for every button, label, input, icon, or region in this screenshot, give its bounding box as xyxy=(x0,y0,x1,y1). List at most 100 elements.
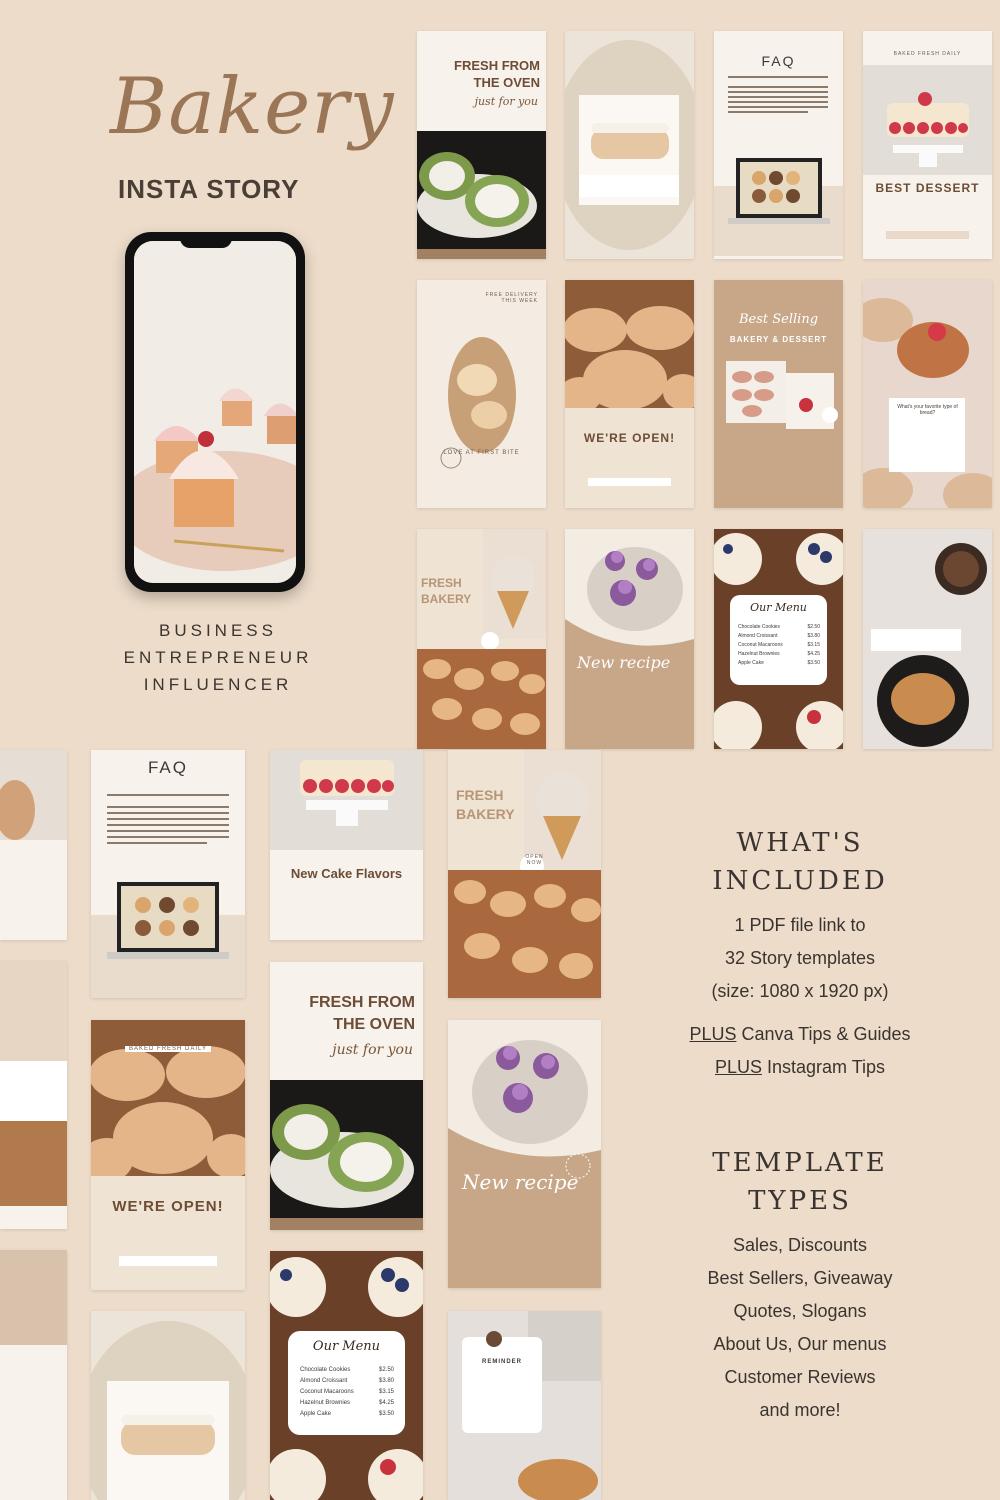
menu-item: Almond Croissant $3.80 xyxy=(738,633,820,639)
card-subtitle: BAKERY & DESSERT xyxy=(729,335,828,344)
included-heading-1: WHAT'S xyxy=(736,828,864,858)
strawberry-cake-photo xyxy=(863,65,992,175)
faq-text-laptop xyxy=(714,76,843,256)
card-new-cake-flavors: New Cake Flavors xyxy=(270,750,423,940)
menu-item: Hazelnut Brownies $4.25 xyxy=(300,1400,394,1406)
included-line-3: (size: 1080 x 1920 px) xyxy=(711,981,889,1001)
types-item: Customer Reviews xyxy=(724,1367,876,1387)
strawberry-cake-photo xyxy=(270,750,423,850)
menu-list: Chocolate Cookies $2.50 Almond Croissant $… xyxy=(738,623,820,668)
card-title: WE'RE OPEN! xyxy=(112,1198,224,1215)
menu-list: Chocolate Cookies $2.50 Almond Croissant $… xyxy=(300,1365,394,1420)
card-fresh-bakery: FRESH BAKERY xyxy=(417,529,546,749)
promo-page: Bakery INSTA STORY BUSINESS ENTREPRENEUR… xyxy=(0,0,1000,1500)
free-delivery: FREE DELIVERY THIS WEEK xyxy=(485,292,538,304)
menu-title: Our Menu xyxy=(312,1339,381,1354)
eclair-photo xyxy=(565,40,694,250)
types-heading-1: TEMPLATE xyxy=(712,1148,888,1178)
love-text: LOVE AT FIRST BITE xyxy=(443,450,520,456)
included-line-1: 1 PDF file link to xyxy=(734,915,866,935)
types-heading-2: TYPES xyxy=(748,1186,852,1216)
card-title: FRESH FROM THE OVEN xyxy=(309,994,415,1033)
macaron-photos xyxy=(726,361,838,429)
card-pill xyxy=(886,231,969,239)
card-our-menu-2: Our Menu Chocolate Cookies $2.50 Almond C… xyxy=(270,1251,423,1500)
menu-item: Chocolate Cookies $2.50 xyxy=(300,1367,394,1373)
tagline-entrepreneur: ENTREPRENEUR xyxy=(123,648,313,667)
card-partial-3 xyxy=(0,1250,67,1500)
card-were-open: BAKED FRESH DAILY WE'RE OPEN! xyxy=(565,280,694,508)
menu-item: Almond Croissant $3.80 xyxy=(300,1378,394,1384)
included-plus-1: PLUS Canva Tips & Guides xyxy=(689,1024,911,1044)
card-title: FRESH BAKERY xyxy=(456,787,515,822)
partial-dessert-photo xyxy=(0,750,67,840)
faq-title: FAQ xyxy=(147,758,188,777)
card-love-first-bite: FREE DELIVERY THIS WEEK LOVE AT FIRST BI… xyxy=(417,280,546,508)
card-partial-2 xyxy=(0,961,67,1229)
phone-mockup xyxy=(125,232,305,592)
plus-label: PLUS xyxy=(714,1057,762,1077)
hero-subtitle: INSTA STORY xyxy=(118,174,300,204)
card-title: BEST DESSERT xyxy=(875,181,980,195)
card-title: New Cake Flavors xyxy=(290,866,403,881)
card-script: Best Selling xyxy=(738,312,819,327)
types-item: and more! xyxy=(759,1400,841,1420)
card-title: WE'RE OPEN! xyxy=(583,431,676,445)
croissant-strawberry-photo xyxy=(863,280,992,508)
menu-item: Coconut Macaroons $3.15 xyxy=(738,642,820,648)
card-fresh-from-oven-2: FRESH FROM THE OVEN just for you xyxy=(270,962,423,1230)
card-faq: FAQ xyxy=(714,31,843,259)
card-coffee-pastry xyxy=(863,529,992,749)
card-fresh-bakery-2: FRESH BAKERY OPEN NOW xyxy=(448,750,601,998)
partial-brand-photo xyxy=(0,961,67,1206)
hero-script-title: Bakery xyxy=(110,62,395,152)
menu-item: Coconut Macaroons $3.15 xyxy=(300,1389,394,1395)
card-fresh-from-oven: FRESH FROM THE OVEN just for you xyxy=(417,31,546,259)
card-pill xyxy=(588,478,671,486)
types-item: Quotes, Slogans xyxy=(733,1301,867,1321)
card-our-menu: Our Menu Chocolate Cookies $2.50 Almond C… xyxy=(714,529,843,749)
plus-label: PLUS xyxy=(689,1024,737,1044)
card-faq-2: FAQ xyxy=(91,750,245,998)
open-now-label: OPEN NOW xyxy=(525,854,544,866)
menu-item: Chocolate Cookies $2.50 xyxy=(738,624,820,630)
card-reminder: REMINDER xyxy=(448,1311,601,1500)
reminder-photo xyxy=(448,1311,601,1500)
cupcake-photo xyxy=(565,529,694,646)
icecream-pastries-photo xyxy=(417,529,546,749)
menu-item: Apple Cake $3.50 xyxy=(738,660,820,666)
menu-title: Our Menu xyxy=(750,601,807,614)
card-were-open-2: BAKED FRESH DAILY WE'RE OPEN! xyxy=(91,1020,245,1290)
card-script: New recipe xyxy=(462,1170,579,1194)
card-favorite-bread: What's your favorite type of bread? xyxy=(863,280,992,508)
card-pill xyxy=(118,1256,218,1266)
cupcake-photo xyxy=(448,1020,601,1179)
question-text: What's your favorite type of bread? xyxy=(897,404,958,416)
card-top-label: BAKED FRESH DAILY xyxy=(125,1046,211,1052)
cupcakes-photo xyxy=(134,241,296,583)
types-item: Best Sellers, Giveaway xyxy=(707,1268,893,1288)
phone-screen xyxy=(134,241,296,583)
reminder-title: REMINDER xyxy=(481,1359,522,1365)
cake-roll-photo xyxy=(417,131,546,249)
included-heading-2: INCLUDED xyxy=(712,866,888,896)
types-item: Sales, Discounts xyxy=(732,1235,868,1255)
card-script: just for you xyxy=(474,95,538,108)
card-best-selling: Best Selling BAKERY & DESSERT xyxy=(714,280,843,508)
tagline-business: BUSINESS xyxy=(159,621,277,640)
included-plus-2: PLUS Instagram Tips xyxy=(714,1057,886,1077)
card-new-recipe: New recipe xyxy=(565,529,694,749)
card-best-dessert: BAKED FRESH DAILY BEST DESSERT xyxy=(863,31,992,259)
phone-notch xyxy=(180,232,232,248)
card-eclair-2 xyxy=(91,1311,245,1500)
croissant-photo xyxy=(565,280,694,420)
types-item: About Us, Our menus xyxy=(713,1334,887,1354)
card-new-recipe-2: New recipe xyxy=(448,1020,601,1288)
menu-item: Hazelnut Brownies $4.25 xyxy=(738,651,820,657)
cake-roll-photo xyxy=(270,1080,423,1218)
card-script: New recipe xyxy=(577,653,671,672)
card-top-label: BAKED FRESH DAILY xyxy=(893,51,962,57)
card-title: FRESH FROM THE OVEN xyxy=(454,58,540,90)
partial-testimonial-photo xyxy=(0,1250,67,1345)
coffee-pastry-photo xyxy=(863,529,992,749)
